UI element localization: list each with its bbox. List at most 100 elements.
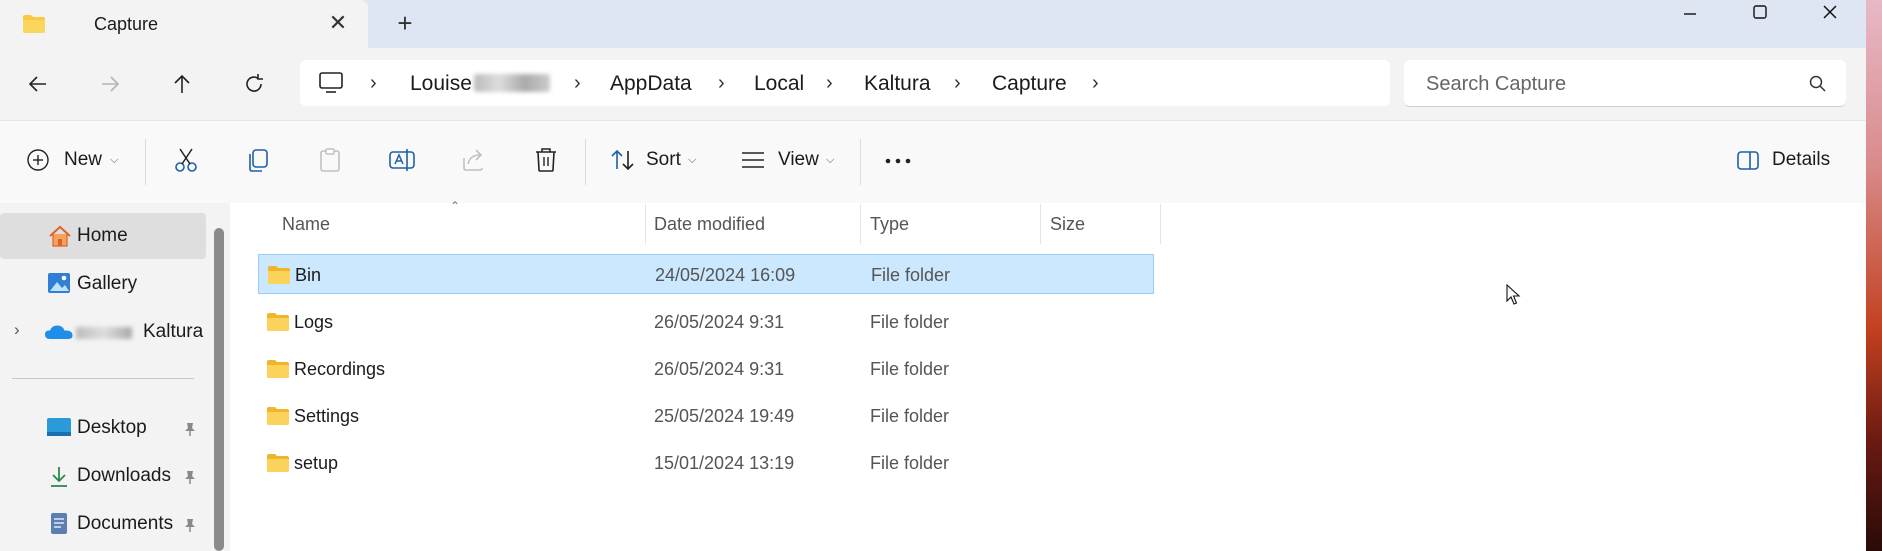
cut-button[interactable] — [172, 146, 200, 176]
copy-icon — [249, 149, 268, 172]
column-header-name[interactable]: Name — [282, 214, 330, 235]
breadcrumb-kaltura[interactable]: Kaltura — [864, 72, 931, 96]
rename-icon — [389, 149, 415, 171]
sort-button[interactable]: Sort ⌵ — [610, 146, 710, 176]
gallery-icon — [48, 273, 70, 293]
file-row-setup[interactable]: setup 15/01/2024 13:19 File folder — [258, 443, 1154, 483]
file-row-settings[interactable]: Settings 25/05/2024 19:49 File folder — [258, 396, 1154, 436]
back-button[interactable] — [16, 62, 60, 106]
breadcrumb-separator-icon[interactable]: › — [718, 72, 725, 95]
redacted-username — [474, 74, 550, 92]
chevron-right-icon[interactable]: › — [14, 320, 20, 340]
view-list-icon — [742, 152, 764, 168]
rename-button[interactable] — [388, 146, 416, 176]
copy-button[interactable] — [244, 146, 272, 176]
sidebar-item-label: Gallery — [77, 273, 138, 294]
breadcrumb-separator-icon[interactable]: › — [826, 72, 833, 95]
view-button[interactable]: View ⌵ — [740, 146, 840, 176]
arrow-up-icon — [174, 74, 190, 93]
sidebar-item-onedrive[interactable]: › Kaltura — [0, 309, 206, 355]
breadcrumb-separator-icon[interactable]: › — [1092, 72, 1099, 95]
breadcrumb-local[interactable]: Local — [754, 72, 804, 96]
breadcrumb-capture[interactable]: Capture — [992, 72, 1067, 96]
column-header-date-modified[interactable]: Date modified — [654, 214, 765, 235]
view-label: View — [778, 149, 819, 170]
file-name: setup — [294, 453, 339, 473]
sidebar-item-home[interactable]: Home — [0, 213, 206, 259]
folder-icon — [267, 360, 289, 378]
new-button[interactable]: New ⌵ — [26, 146, 126, 176]
toolbar-divider — [145, 139, 146, 185]
delete-button[interactable] — [532, 146, 560, 176]
column-divider[interactable] — [1040, 204, 1041, 244]
pin-icon[interactable] — [182, 469, 198, 485]
sidebar-item-label: Downloads — [77, 465, 171, 486]
breadcrumb-separator-icon[interactable]: › — [954, 72, 961, 95]
sidebar-item-gallery[interactable]: Gallery — [0, 261, 206, 307]
search-placeholder: Search Capture — [1426, 73, 1567, 95]
file-date-modified: 15/01/2024 13:19 — [654, 453, 795, 473]
refresh-button[interactable] — [232, 62, 276, 106]
column-header-size[interactable]: Size — [1050, 214, 1085, 235]
up-button[interactable] — [160, 62, 204, 106]
file-type: File folder — [870, 359, 950, 379]
share-button[interactable] — [460, 146, 488, 176]
breadcrumb-appdata[interactable]: AppData — [610, 72, 692, 96]
column-divider[interactable] — [1160, 204, 1161, 244]
breadcrumb-separator-icon[interactable]: › — [574, 72, 581, 95]
column-divider[interactable] — [860, 204, 861, 244]
maximize-icon — [1753, 5, 1767, 19]
details-label: Details — [1772, 149, 1831, 170]
folder-icon — [23, 15, 45, 33]
share-icon — [463, 149, 483, 171]
desktop-background-edge — [1866, 0, 1882, 551]
toolbar-divider — [585, 139, 586, 185]
more-options-button[interactable] — [884, 150, 914, 172]
downloads-icon — [51, 467, 67, 487]
sidebar-item-label: Home — [77, 225, 128, 246]
search-input[interactable]: Search Capture — [1404, 60, 1846, 107]
close-window-button[interactable] — [1796, 0, 1864, 24]
new-tab-button[interactable]: + — [390, 8, 420, 38]
column-divider[interactable] — [645, 204, 646, 244]
arrow-right-icon — [102, 76, 120, 92]
sidebar-item-label: Documents — [77, 513, 174, 534]
sidebar-item-desktop[interactable]: Desktop — [0, 405, 206, 451]
forward-button[interactable] — [88, 62, 132, 106]
breadcrumb-user[interactable]: Louise — [410, 72, 472, 96]
column-header-type[interactable]: Type — [870, 214, 909, 235]
desktop-folder-icon — [47, 418, 71, 436]
sidebar-item-documents[interactable]: Documents — [0, 501, 206, 547]
folder-icon — [267, 454, 289, 472]
file-type: File folder — [870, 312, 950, 332]
documents-icon — [51, 513, 67, 534]
onedrive-icon — [45, 325, 73, 339]
folder-icon — [267, 407, 289, 425]
file-name: Recordings — [294, 359, 386, 379]
close-tab-button[interactable]: ✕ — [324, 8, 352, 38]
sidebar-item-downloads[interactable]: Downloads — [0, 453, 206, 499]
file-date-modified: 26/05/2024 9:31 — [654, 359, 785, 379]
mouse-cursor-icon — [1506, 284, 1521, 305]
file-row-recordings[interactable]: Recordings 26/05/2024 9:31 File folder — [258, 349, 1154, 389]
maximize-button[interactable] — [1726, 0, 1794, 24]
breadcrumb-separator-icon[interactable]: › — [370, 72, 377, 95]
paste-button[interactable] — [316, 146, 344, 176]
this-pc-icon — [319, 72, 343, 93]
details-pane-button[interactable]: Details — [1736, 146, 1836, 176]
toolbar-divider — [860, 139, 861, 185]
tab-capture[interactable]: Capture — [0, 0, 368, 48]
minimize-button[interactable] — [1656, 0, 1724, 24]
file-type: File folder — [871, 265, 951, 285]
file-row-logs[interactable]: Logs 26/05/2024 9:31 File folder — [258, 302, 1154, 342]
file-type: File folder — [870, 406, 950, 426]
sidebar-scrollbar-thumb[interactable] — [214, 228, 224, 551]
pin-icon[interactable] — [182, 421, 198, 437]
plus-circle-icon — [27, 149, 49, 171]
file-type: File folder — [870, 453, 950, 473]
home-icon — [49, 225, 71, 247]
pin-icon[interactable] — [182, 517, 198, 533]
sort-ascending-icon: ⌃ — [450, 199, 461, 213]
file-row-bin[interactable]: Bin 24/05/2024 16:09 File folder — [258, 254, 1154, 294]
trash-icon — [536, 148, 556, 172]
